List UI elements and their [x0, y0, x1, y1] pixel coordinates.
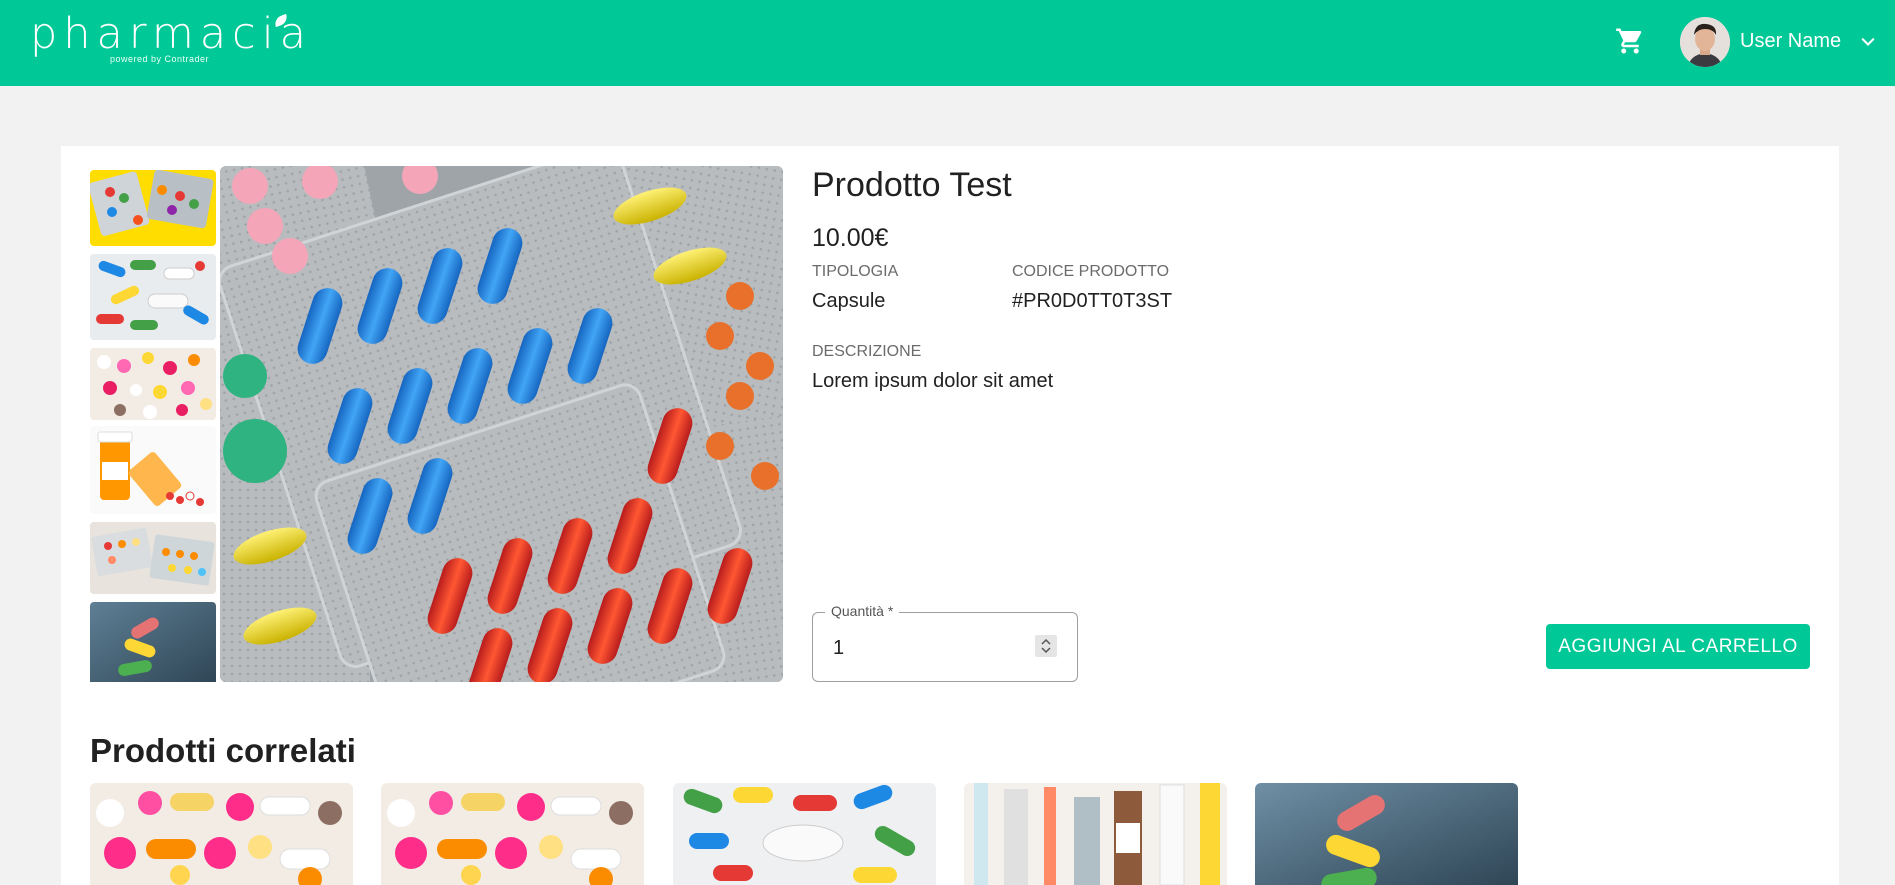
code-value: #PR0D0TT0T3ST [1012, 290, 1173, 312]
related-product-2[interactable] [381, 783, 644, 885]
quantity-input[interactable] [833, 637, 1013, 660]
product-main-image [220, 166, 783, 682]
avatar[interactable] [1680, 17, 1730, 67]
related-product-3[interactable] [673, 783, 936, 885]
description-label: DESCRIZIONE [812, 343, 922, 360]
logo[interactable]: pharmacia powered by Contrader [30, 12, 306, 68]
thumbnail-list[interactable] [90, 170, 216, 682]
user-name[interactable]: User Name [1740, 30, 1841, 53]
quantity-label: Quantità * [825, 603, 900, 619]
thumbnail-5[interactable] [90, 522, 216, 594]
chevron-down-icon[interactable] [1858, 32, 1878, 52]
product-title: Prodotto Test [812, 166, 1012, 204]
quantity-field[interactable]: Quantità * [812, 603, 1078, 682]
logo-text: pharmacia [30, 9, 312, 59]
logo-subtitle: powered by Contrader [110, 54, 210, 64]
thumbnail-6[interactable] [90, 602, 216, 682]
type-label: TIPOLOGIA [812, 263, 899, 280]
description-value: Lorem ipsum dolor sit amet [812, 370, 1054, 392]
add-to-cart-button[interactable]: AGGIUNGI AL CARRELLO [1546, 624, 1810, 669]
code-label: CODICE PRODOTTO [1012, 263, 1170, 280]
thumbnail-1[interactable] [90, 170, 216, 246]
spinner-icon[interactable] [1035, 635, 1057, 657]
related-products-title: Prodotti correlati [90, 732, 356, 769]
product-price: 10.00€ [812, 224, 889, 252]
cart-icon[interactable] [1615, 26, 1645, 56]
thumbnail-2[interactable] [90, 254, 216, 340]
top-bar: pharmacia powered by Contrader User Name [0, 0, 1895, 86]
type-value: Capsule [812, 290, 886, 312]
thumbnail-3[interactable] [90, 348, 216, 420]
related-product-4[interactable] [964, 783, 1227, 885]
related-product-1[interactable] [90, 783, 353, 885]
thumbnail-4[interactable] [90, 426, 216, 514]
related-product-5[interactable] [1255, 783, 1518, 885]
